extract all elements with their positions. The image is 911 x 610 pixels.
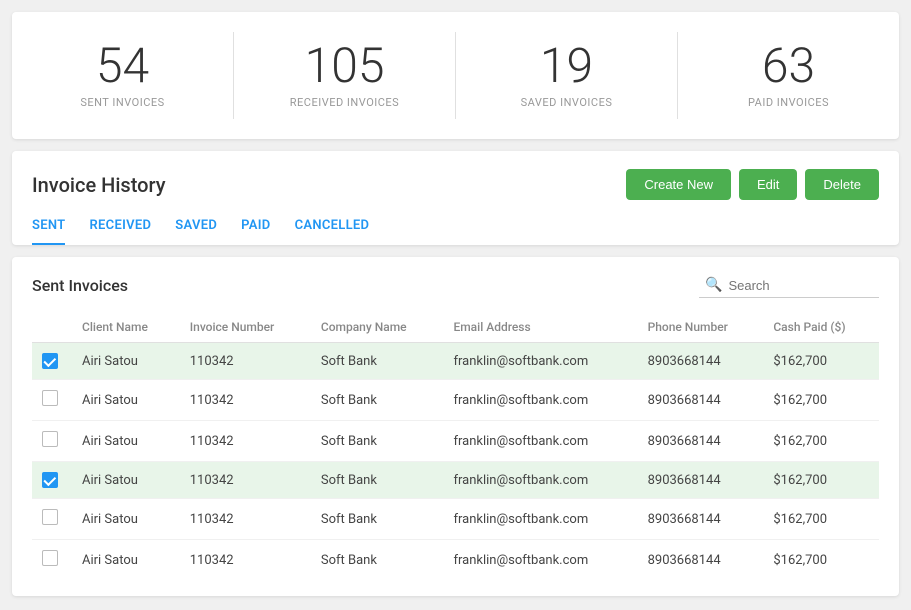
stat-item-paid-invoices: 63 PAID INVOICES: [678, 32, 899, 119]
table-row: Airi Satou110342Soft Bankfranklin@softba…: [32, 380, 879, 421]
tab-saved[interactable]: SAVED: [175, 218, 217, 245]
cash-paid: $162,700: [763, 380, 879, 421]
edit-button[interactable]: Edit: [739, 169, 797, 200]
company-name: Soft Bank: [311, 462, 444, 499]
email: franklin@softbank.com: [443, 421, 637, 462]
invoice-number: 110342: [180, 499, 311, 540]
table-row: Airi Satou110342Soft Bankfranklin@softba…: [32, 462, 879, 499]
col-header-5: Phone Number: [638, 312, 764, 343]
tab-paid[interactable]: PAID: [241, 218, 270, 245]
checkbox[interactable]: [42, 353, 58, 369]
phone: 8903668144: [638, 499, 764, 540]
table-row: Airi Satou110342Soft Bankfranklin@softba…: [32, 540, 879, 581]
client-name: Airi Satou: [72, 462, 180, 499]
stat-number: 19: [456, 42, 677, 90]
invoice-number: 110342: [180, 421, 311, 462]
invoice-history-section: Invoice History Create New Edit Delete SEN…: [12, 151, 899, 245]
stat-number: 54: [12, 42, 233, 90]
col-header-3: Company Name: [311, 312, 444, 343]
invoices-table: Client NameInvoice NumberCompany NameEma…: [32, 312, 879, 580]
checkbox[interactable]: [42, 390, 58, 406]
cash-paid: $162,700: [763, 540, 879, 581]
table-row: Airi Satou110342Soft Bankfranklin@softba…: [32, 343, 879, 380]
checkbox[interactable]: [42, 472, 58, 488]
invoice-number: 110342: [180, 380, 311, 421]
table-body: Airi Satou110342Soft Bankfranklin@softba…: [32, 343, 879, 581]
client-name: Airi Satou: [72, 540, 180, 581]
row-checkbox-cell: [32, 540, 72, 581]
stat-number: 105: [234, 42, 455, 90]
email: franklin@softbank.com: [443, 380, 637, 421]
tab-cancelled[interactable]: CANCELLED: [295, 218, 370, 245]
cash-paid: $162,700: [763, 462, 879, 499]
row-checkbox-cell: [32, 421, 72, 462]
phone: 8903668144: [638, 421, 764, 462]
col-header-6: Cash Paid ($): [763, 312, 879, 343]
email: franklin@softbank.com: [443, 499, 637, 540]
tab-bar: SENT RECEIVED SAVED PAID CANCELLED: [32, 218, 879, 245]
stat-label: PAID INVOICES: [678, 96, 899, 109]
action-buttons: Create New Edit Delete: [626, 169, 879, 200]
company-name: Soft Bank: [311, 380, 444, 421]
row-checkbox-cell: [32, 462, 72, 499]
column-header-row: Client NameInvoice NumberCompany NameEma…: [32, 312, 879, 343]
invoice-number: 110342: [180, 540, 311, 581]
row-checkbox-cell: [32, 499, 72, 540]
client-name: Airi Satou: [72, 499, 180, 540]
stat-label: RECEIVED INVOICES: [234, 96, 455, 109]
phone: 8903668144: [638, 343, 764, 380]
delete-button[interactable]: Delete: [805, 169, 879, 200]
email: franklin@softbank.com: [443, 343, 637, 380]
tab-received[interactable]: RECEIVED: [89, 218, 151, 245]
col-header-2: Invoice Number: [180, 312, 311, 343]
phone: 8903668144: [638, 540, 764, 581]
invoice-number: 110342: [180, 462, 311, 499]
table-header-row: Sent Invoices 🔍: [32, 273, 879, 298]
company-name: Soft Bank: [311, 499, 444, 540]
col-header-1: Client Name: [72, 312, 180, 343]
stat-label: SENT INVOICES: [12, 96, 233, 109]
table-section-title: Sent Invoices: [32, 276, 128, 295]
email: franklin@softbank.com: [443, 540, 637, 581]
row-checkbox-cell: [32, 343, 72, 380]
stat-item-saved-invoices: 19 SAVED INVOICES: [456, 32, 678, 119]
stats-panel: 54 SENT INVOICES 105 RECEIVED INVOICES 1…: [12, 12, 899, 139]
client-name: Airi Satou: [72, 380, 180, 421]
history-header: Invoice History Create New Edit Delete: [32, 169, 879, 200]
client-name: Airi Satou: [72, 421, 180, 462]
table-head: Client NameInvoice NumberCompany NameEma…: [32, 312, 879, 343]
search-icon: 🔍: [705, 277, 722, 293]
company-name: Soft Bank: [311, 540, 444, 581]
table-row: Airi Satou110342Soft Bankfranklin@softba…: [32, 421, 879, 462]
phone: 8903668144: [638, 380, 764, 421]
stat-label: SAVED INVOICES: [456, 96, 677, 109]
invoice-number: 110342: [180, 343, 311, 380]
col-header-0: [32, 312, 72, 343]
history-title: Invoice History: [32, 173, 166, 197]
cash-paid: $162,700: [763, 499, 879, 540]
phone: 8903668144: [638, 462, 764, 499]
create-new-button[interactable]: Create New: [626, 169, 731, 200]
row-checkbox-cell: [32, 380, 72, 421]
stat-item-received-invoices: 105 RECEIVED INVOICES: [234, 32, 456, 119]
checkbox[interactable]: [42, 550, 58, 566]
checkbox[interactable]: [42, 431, 58, 447]
cash-paid: $162,700: [763, 343, 879, 380]
invoices-table-section: Sent Invoices 🔍 Client NameInvoice Numbe…: [12, 257, 899, 596]
stat-number: 63: [678, 42, 899, 90]
search-box[interactable]: 🔍: [699, 273, 879, 298]
client-name: Airi Satou: [72, 343, 180, 380]
company-name: Soft Bank: [311, 343, 444, 380]
search-input[interactable]: [728, 278, 873, 293]
table-row: Airi Satou110342Soft Bankfranklin@softba…: [32, 499, 879, 540]
cash-paid: $162,700: [763, 421, 879, 462]
email: franklin@softbank.com: [443, 462, 637, 499]
stat-item-sent-invoices: 54 SENT INVOICES: [12, 32, 234, 119]
col-header-4: Email Address: [443, 312, 637, 343]
checkbox[interactable]: [42, 509, 58, 525]
tab-sent[interactable]: SENT: [32, 218, 65, 245]
company-name: Soft Bank: [311, 421, 444, 462]
